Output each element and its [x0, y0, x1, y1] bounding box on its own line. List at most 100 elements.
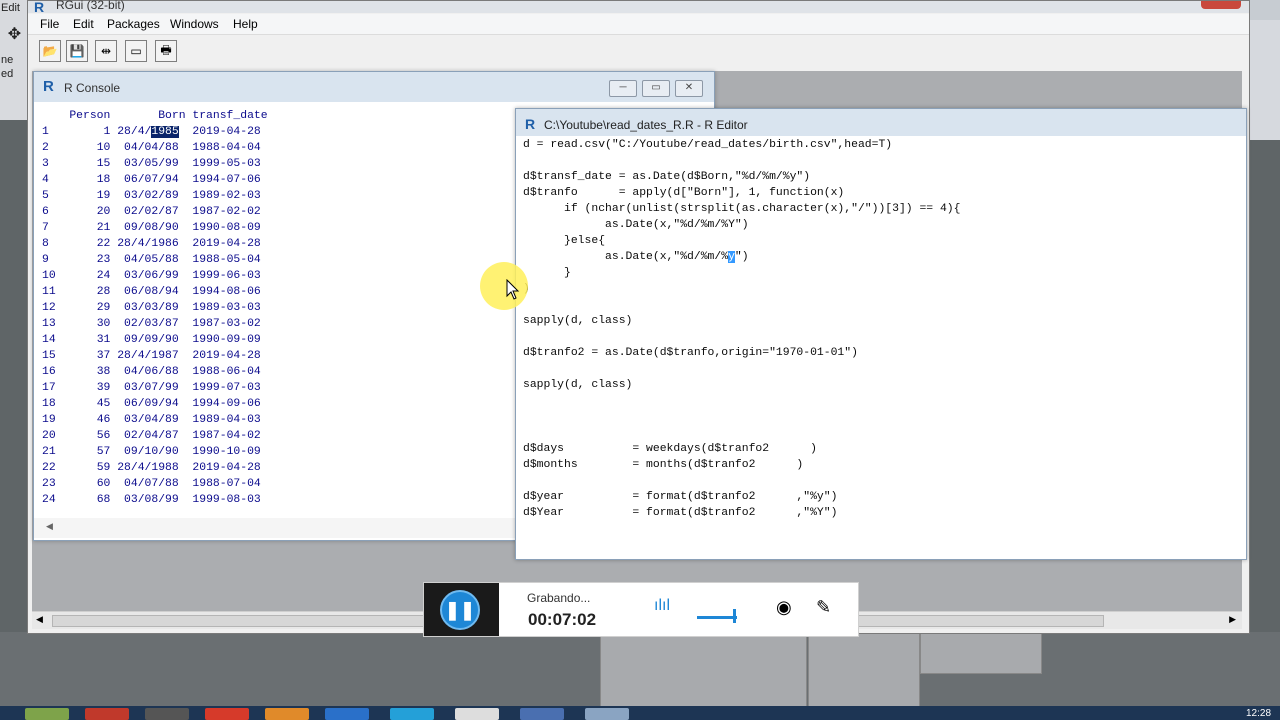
row-number: 24 — [42, 494, 63, 506]
scroll-right-arrow-icon[interactable]: ▶ — [1229, 614, 1236, 625]
born-cell: 03/03/89 — [110, 302, 179, 314]
transf-date-cell: 1999-07-03 — [178, 382, 261, 394]
pause-area: ❚❚ — [424, 583, 499, 636]
person-cell: 56 — [62, 430, 111, 442]
transf-date-cell: 1994-09-06 — [178, 398, 261, 410]
copy-paste-icon: ⇹ — [100, 44, 112, 58]
row-number: 19 — [42, 414, 63, 426]
code-line: d$days = weekdays(d$tranfo2 ) — [523, 443, 817, 455]
cursor-highlight — [480, 262, 528, 310]
scroll-left-arrow-icon[interactable]: ◀ — [46, 521, 53, 532]
transf-date-cell: 1999-05-03 — [178, 158, 261, 170]
person-cell: 31 — [62, 334, 111, 346]
menu-file[interactable]: File — [40, 17, 59, 31]
mouse-pointer-icon — [506, 279, 520, 300]
taskbar-app-icon[interactable] — [390, 708, 434, 720]
copy-paste-button[interactable]: ⇹ — [95, 40, 117, 62]
menu-edit[interactable]: Edit — [73, 17, 94, 31]
save-button[interactable]: 💾 — [66, 40, 88, 62]
person-cell: 18 — [62, 174, 111, 186]
taskbar-app-icon[interactable] — [85, 708, 129, 720]
main-close-button[interactable] — [1201, 1, 1241, 9]
table-row: 6 20 02/02/87 1987-02-02 — [42, 204, 261, 220]
print-button[interactable]: 🖶 — [155, 40, 177, 62]
code-editor[interactable]: d = read.csv("C:/Youtube/read_dates/birt… — [523, 137, 960, 521]
table-row: 12 29 03/03/89 1989-03-03 — [42, 300, 261, 316]
transf-date-cell: 1990-10-09 — [178, 446, 261, 458]
born-cell: 09/10/90 — [110, 446, 179, 458]
taskbar-app-icon[interactable] — [145, 708, 189, 720]
transf-date-cell: 1999-08-03 — [178, 494, 261, 506]
main-title-bar: R RGui (32-bit) — [28, 0, 1249, 15]
row-number: 18 — [42, 398, 63, 410]
person-cell: 30 — [62, 318, 111, 330]
console-close-button[interactable]: ✕ — [675, 80, 703, 97]
editor-title-bar: R C:\Youtube\read_dates_R.R - R Editor — [516, 109, 1246, 136]
row-number: 4 — [42, 174, 63, 186]
person-cell: 10 — [62, 142, 111, 154]
console-maximize-button[interactable]: ▭ — [642, 80, 670, 97]
code-line: } — [523, 267, 571, 279]
table-row: 10 24 03/06/99 1999-06-03 — [42, 268, 261, 284]
born-cell: 03/07/99 — [110, 382, 179, 394]
scroll-left-arrow-icon[interactable]: ◀ — [36, 614, 43, 625]
code-line: sapply(d, class) — [523, 379, 633, 391]
table-row: 22 59 28/4/1988 2019-04-28 — [42, 460, 261, 476]
selected-text: y — [728, 251, 735, 263]
person-cell: 68 — [62, 494, 111, 506]
code-line: as.Date(x,"%d/%m/%y") — [523, 251, 749, 263]
row-number: 2 — [42, 142, 63, 154]
born-cell: 04/05/88 — [110, 254, 179, 266]
volume-slider[interactable] — [697, 616, 737, 619]
taskbar-app-icon[interactable] — [205, 708, 249, 720]
menu-bar: File Edit Packages Windows Help — [28, 14, 1249, 35]
transf-date-cell: 1987-03-02 — [178, 318, 261, 330]
table-row: 4 18 06/07/94 1994-07-06 — [42, 172, 261, 188]
table-row: 1 1 28/4/1985 2019-04-28 — [42, 124, 261, 140]
table-row: 7 21 09/08/90 1990-08-09 — [42, 220, 261, 236]
person-cell: 46 — [62, 414, 111, 426]
born-cell: 06/08/94 — [110, 286, 179, 298]
menu-windows[interactable]: Windows — [170, 17, 219, 31]
console-button[interactable]: ▭ — [125, 40, 147, 62]
row-number: 3 — [42, 158, 63, 170]
main-window-title: RGui (32-bit) — [56, 0, 125, 12]
person-cell: 38 — [62, 366, 111, 378]
audio-levels-icon[interactable]: ılıl — [654, 597, 670, 615]
table-row: 15 37 28/4/1987 2019-04-28 — [42, 348, 261, 364]
pause-button[interactable]: ❚❚ — [440, 590, 480, 630]
taskbar-app-icon[interactable] — [325, 708, 369, 720]
console-minimize-button[interactable]: ─ — [609, 80, 637, 97]
taskbar-app-icon[interactable] — [585, 708, 629, 720]
code-line: d$tranfo = apply(d["Born"], 1, function(… — [523, 187, 845, 199]
transf-date-cell: 1999-06-03 — [178, 270, 261, 282]
taskbar-app-icon[interactable] — [520, 708, 564, 720]
webcam-icon[interactable]: ◉ — [776, 597, 792, 618]
menu-help[interactable]: Help — [233, 17, 258, 31]
taskbar-app-icon[interactable] — [265, 708, 309, 720]
background-window-left: Edit ✥ ne ed — [0, 0, 29, 120]
taskbar-app-icon[interactable] — [25, 708, 69, 720]
code-line: d$Year = format(d$tranfo2 ,"%Y") — [523, 507, 838, 519]
person-cell: 24 — [62, 270, 111, 282]
pen-icon[interactable]: ✎ — [816, 597, 831, 618]
open-script-button[interactable]: 📂 — [39, 40, 61, 62]
born-cell: 28/4/1987 — [110, 350, 179, 362]
toolbar: 📂 💾 ⇹ ▭ 🖶 — [28, 37, 1249, 67]
person-cell: 57 — [62, 446, 111, 458]
transf-date-cell: 2019-04-28 — [178, 126, 261, 138]
menu-packages[interactable]: Packages — [107, 17, 160, 31]
taskbar-app-icon[interactable] — [455, 708, 499, 720]
recording-timer: 00:07:02 — [528, 610, 597, 629]
born-cell: 28/4/1988 — [110, 462, 179, 474]
r-logo-icon: R — [43, 78, 54, 95]
console-window-icon: ▭ — [130, 44, 142, 58]
row-number: 7 — [42, 222, 63, 234]
transf-date-cell: 1988-06-04 — [178, 366, 261, 378]
volume-slider-knob[interactable] — [733, 609, 736, 623]
born-cell: 02/03/87 — [110, 318, 179, 330]
